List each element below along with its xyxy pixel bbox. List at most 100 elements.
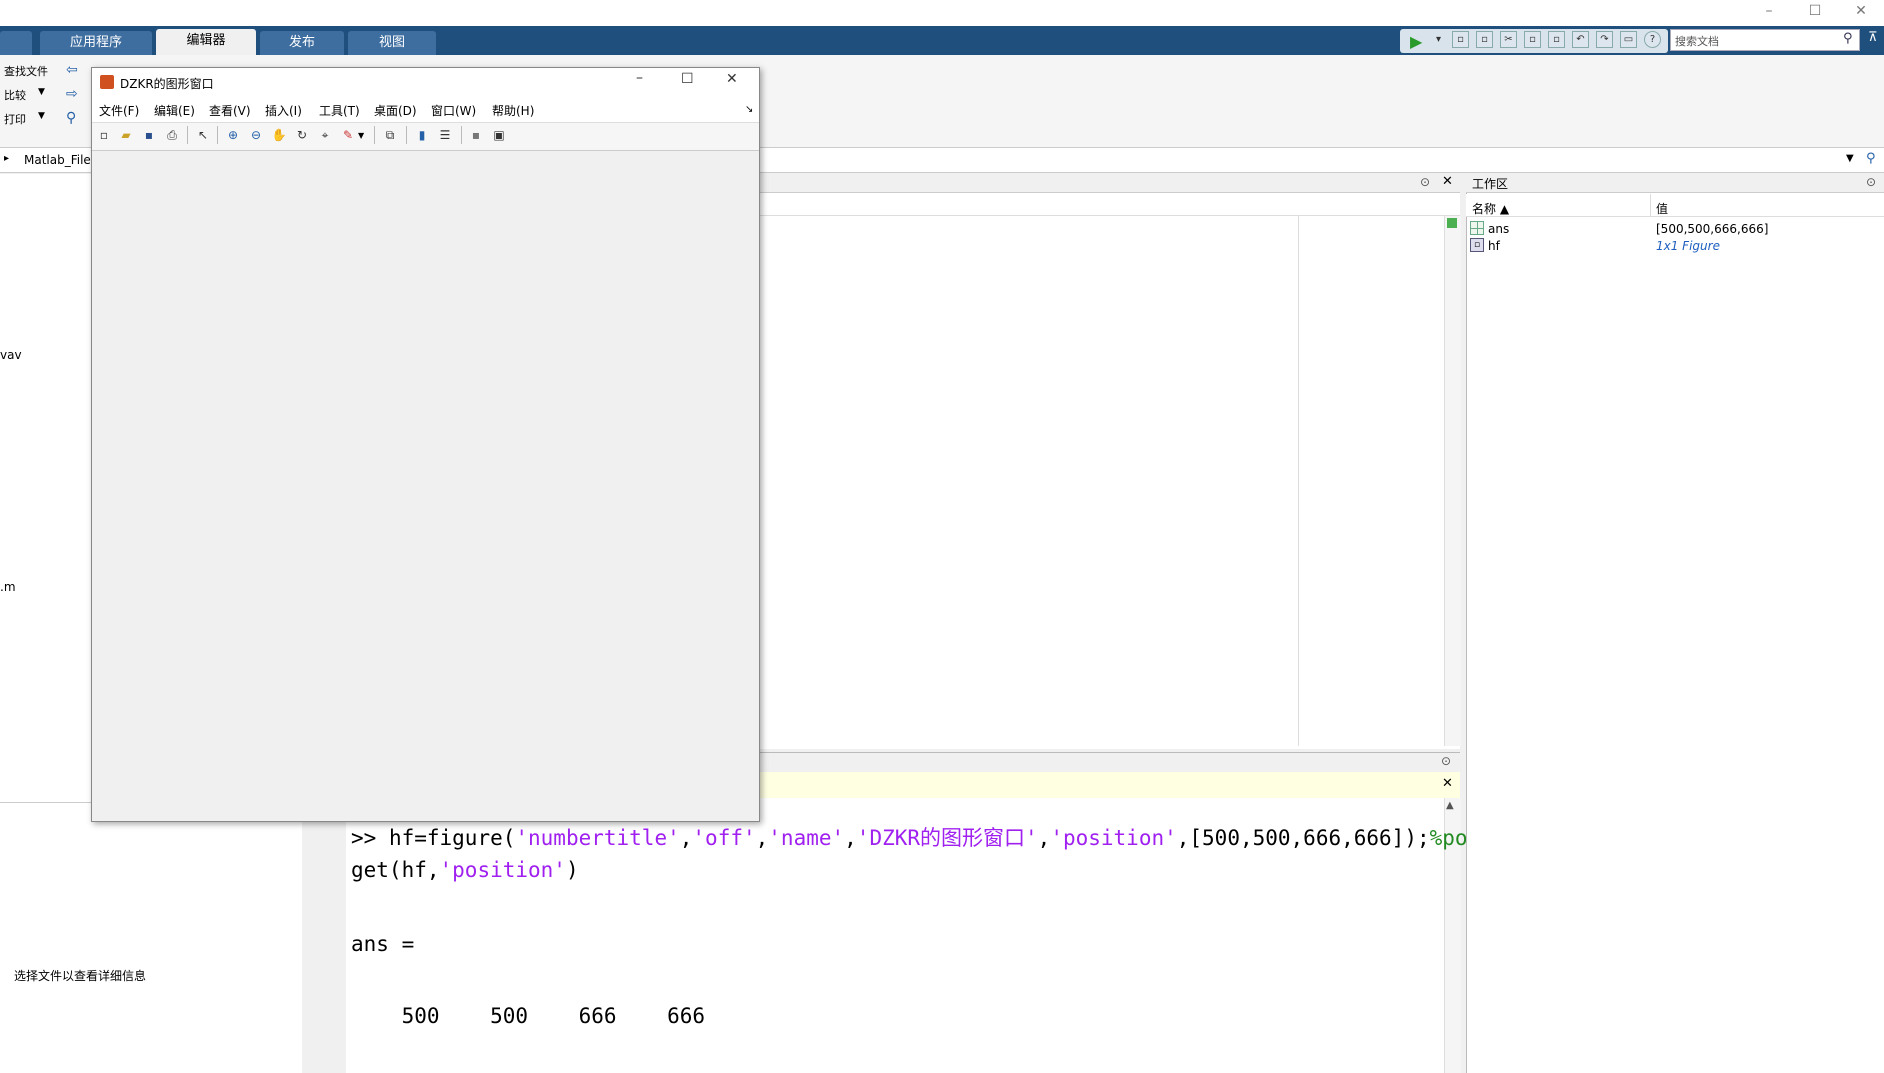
tab-apps[interactable]: 应用程序 <box>40 31 152 55</box>
code-text: , <box>679 826 693 850</box>
toolbar-separator <box>187 126 188 144</box>
cut-icon[interactable]: ✂ <box>1500 31 1517 48</box>
save-all-icon[interactable]: ▫ <box>1476 31 1493 48</box>
workspace-var-name[interactable]: ans <box>1488 222 1509 236</box>
breadcrumb-arrow-icon: ▸ <box>4 153 10 164</box>
menu-tools[interactable]: 工具(T) <box>319 102 360 119</box>
print-button[interactable]: 打印 <box>4 111 26 127</box>
menu-insert[interactable]: 插入(I) <box>265 102 302 119</box>
panel-menu-icon[interactable]: ⊙ <box>1441 754 1451 768</box>
code-text: , <box>844 826 857 850</box>
code-args: 'numbertitle','off','name','DZKR的图形窗口','… <box>515 826 1480 850</box>
run-icon[interactable]: ▶ <box>1410 32 1422 51</box>
code-text: , <box>1037 826 1051 850</box>
panel-menu-icon[interactable]: ⊙ <box>1420 175 1430 189</box>
paste-icon[interactable]: ▫ <box>1548 31 1565 48</box>
undo-icon[interactable]: ↶ <box>1572 31 1589 48</box>
close-icon[interactable]: ✕ <box>1442 174 1453 189</box>
legend-icon[interactable]: ☰ <box>437 127 453 143</box>
close-icon[interactable]: ✕ <box>726 71 738 87</box>
back-arrow-icon[interactable]: ⇦ <box>66 62 78 78</box>
code-text: ,[500,500,666,666]); <box>1176 826 1430 850</box>
workspace-var-value-link[interactable]: 1x1 Figure <box>1656 239 1720 253</box>
file-item[interactable]: .m <box>0 580 16 594</box>
find-icon[interactable]: ⚲ <box>66 110 76 126</box>
menu-view[interactable]: 查看(V) <box>209 102 251 119</box>
output-label: ans = <box>351 932 415 956</box>
print-icon[interactable]: ⎙ <box>164 127 180 143</box>
brush-icon[interactable]: ✎ <box>340 127 356 143</box>
chevron-down-icon[interactable]: ▼ <box>38 111 45 121</box>
toolbar-separator <box>217 126 218 144</box>
column-value-header[interactable]: 值 <box>1656 200 1668 217</box>
workspace-var-name[interactable]: hf <box>1488 239 1500 253</box>
data-cursor-icon[interactable]: ⌖ <box>317 127 333 143</box>
tab-home[interactable] <box>0 31 32 55</box>
close-icon[interactable]: ✕ <box>1838 0 1884 26</box>
chevron-down-icon[interactable]: ▼ <box>358 131 364 140</box>
right-margin-line <box>1298 216 1299 746</box>
collapse-ribbon-icon[interactable]: ⊼ <box>1868 30 1878 45</box>
redo-icon[interactable]: ↷ <box>1596 31 1613 48</box>
figure-title: DZKR的图形窗口 <box>120 77 214 91</box>
menu-desktop[interactable]: 桌面(D) <box>374 102 417 119</box>
tab-editor[interactable]: 编辑器 <box>156 29 256 55</box>
code-string: 'position' <box>1050 826 1177 850</box>
minimize-icon[interactable]: – <box>636 70 643 86</box>
breadcrumb-folder[interactable]: Matlab_File <box>24 153 91 167</box>
matlab-logo-icon <box>100 75 114 89</box>
column-divider[interactable] <box>1650 194 1651 216</box>
search-icon[interactable]: ⚲ <box>1843 31 1853 46</box>
close-icon[interactable]: ✕ <box>1442 776 1453 791</box>
column-name-header[interactable]: 名称 ▲ <box>1472 200 1509 217</box>
command-line-2: get(hf,'position') <box>351 858 579 882</box>
link-plot-icon[interactable]: ⧉ <box>382 127 398 143</box>
zoom-in-icon[interactable]: ⊕ <box>225 127 241 143</box>
save-icon[interactable]: ▪ <box>141 127 157 143</box>
colorbar-icon[interactable]: ▮ <box>414 127 430 143</box>
menu-edit[interactable]: 编辑(E) <box>154 102 195 119</box>
hide-plot-tools-icon[interactable]: ▪ <box>468 127 484 143</box>
goto-icon[interactable]: ⇨ <box>66 86 78 102</box>
chevron-down-icon[interactable]: ▼ <box>38 87 45 97</box>
save-icon[interactable]: ▫ <box>1452 31 1469 48</box>
find-files-button[interactable]: 查找文件 <box>4 63 48 79</box>
minimize-icon[interactable]: – <box>1746 0 1792 26</box>
toolbar-separator <box>406 126 407 144</box>
rotate-icon[interactable]: ↻ <box>294 127 310 143</box>
doc-search-input[interactable]: 搜索文档 <box>1670 29 1860 51</box>
maximize-icon[interactable]: ☐ <box>681 71 694 87</box>
show-plot-tools-icon[interactable]: ▣ <box>491 127 507 143</box>
switch-windows-icon[interactable]: ▭ <box>1620 31 1637 48</box>
code-analyzer-icon[interactable] <box>1447 218 1457 228</box>
code-text: ) <box>565 858 579 882</box>
menu-file[interactable]: 文件(F) <box>99 102 139 119</box>
menu-window[interactable]: 窗口(W) <box>431 102 476 119</box>
maximize-icon[interactable]: ☐ <box>1792 0 1838 26</box>
tab-view[interactable]: 视图 <box>348 31 436 55</box>
tab-publish[interactable]: 发布 <box>260 31 344 55</box>
chevron-down-icon[interactable]: ▼ <box>1846 153 1854 164</box>
dropdown-icon[interactable]: ▾ <box>1436 34 1441 45</box>
open-file-icon[interactable]: ▰ <box>118 127 134 143</box>
pan-icon[interactable]: ✋ <box>271 127 287 143</box>
code-text: , <box>755 826 769 850</box>
copy-icon[interactable]: ▫ <box>1524 31 1541 48</box>
pointer-icon[interactable]: ↖ <box>195 127 211 143</box>
figure-window[interactable] <box>91 67 760 822</box>
scroll-up-icon[interactable]: ▲ <box>1446 800 1454 811</box>
menu-help[interactable]: 帮助(H) <box>492 102 534 119</box>
panel-menu-icon[interactable]: ⊙ <box>1866 175 1876 189</box>
search-folder-icon[interactable]: ⚲ <box>1866 151 1876 166</box>
new-figure-icon[interactable]: ▫ <box>96 127 112 143</box>
zoom-out-icon[interactable]: ⊖ <box>248 127 264 143</box>
dock-arrow-icon[interactable]: ↘ <box>745 104 753 115</box>
output-values: 500 500 666 666 <box>351 1004 706 1028</box>
command-line-1: >> hf=figure('numbertitle','off','name',… <box>351 822 1480 852</box>
compare-button[interactable]: 比较 <box>4 87 26 103</box>
help-icon[interactable]: ? <box>1644 31 1661 48</box>
workspace-var-value[interactable]: [500,500,666,666] <box>1656 222 1768 236</box>
code-string: 'off' <box>692 826 756 850</box>
file-item[interactable]: vav <box>0 348 22 362</box>
editor-scrollbar[interactable] <box>1444 216 1461 746</box>
